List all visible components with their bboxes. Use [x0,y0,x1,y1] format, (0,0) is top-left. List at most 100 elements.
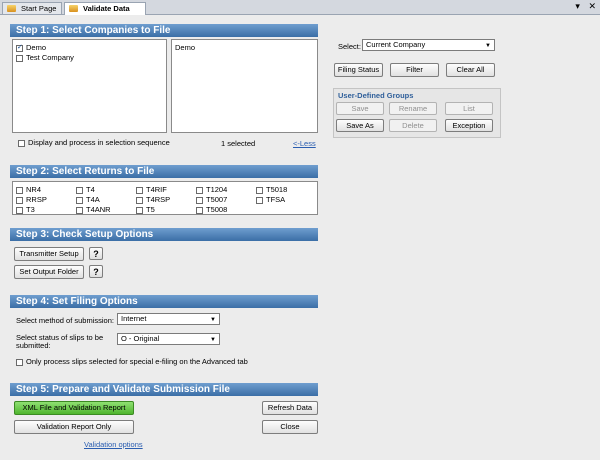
return-label: T4RSP [146,195,171,204]
step2-header: Step 2: Select Returns to File [10,165,318,178]
return-checkbox[interactable] [256,186,263,194]
selected-company-list[interactable]: Demo [171,39,318,133]
validation-report-only-button[interactable]: Validation Report Only [14,420,134,434]
return-label: T4ANR [86,205,111,214]
return-checkbox[interactable] [136,186,143,194]
validation-options-link[interactable]: Validation options [84,440,143,449]
step5-header: Step 5: Prepare and Validate Submission … [10,383,318,396]
sequence-option[interactable]: Display and process in selection sequenc… [18,138,170,147]
less-link[interactable]: <-Less [293,139,316,148]
filter-button[interactable]: Filter [390,63,439,77]
return-checkbox[interactable] [196,186,203,194]
return-label: NR4 [26,185,42,194]
method-label: Select method of submission: [16,316,114,325]
submission-method-value: Internet [121,314,147,323]
return-option[interactable]: T4A [76,195,100,204]
return-option[interactable]: RRSP [16,195,47,204]
special-efiling-option[interactable]: Only process slips selected for special … [16,357,248,366]
output-folder-help-button[interactable]: ? [89,265,103,278]
step1-header: Step 1: Select Companies to File [10,24,318,37]
return-option[interactable]: T5018 [256,185,287,194]
return-label: RRSP [26,195,47,204]
clear-all-button[interactable]: Clear All [446,63,495,77]
start-page-icon [7,5,16,12]
company-item-test[interactable]: Test Company [16,53,74,62]
return-label: T3 [26,205,35,214]
submission-method-select[interactable]: Internet ▼ [117,313,220,325]
slip-status-select[interactable]: O - Original ▼ [117,333,220,345]
return-option[interactable]: TFSA [256,195,285,204]
return-checkbox[interactable] [16,196,23,204]
window-controls: ▾ ✕ [569,1,596,12]
return-label: T5007 [206,195,228,204]
return-checkbox[interactable] [256,196,263,204]
sequence-label: Display and process in selection sequenc… [28,138,170,147]
return-checkbox[interactable] [136,196,143,204]
special-efiling-checkbox[interactable] [16,358,23,366]
return-checkbox[interactable] [196,196,203,204]
return-checkbox[interactable] [136,206,143,214]
slip-status-value: O - Original [121,334,160,343]
sequence-checkbox[interactable] [18,139,25,147]
xml-file-validation-button[interactable]: XML File and Validation Report [14,401,134,415]
tab-label: Start Page [21,4,57,13]
selected-count: 1 selected [221,139,256,148]
return-checkbox[interactable] [76,196,83,204]
transmitter-help-button[interactable]: ? [89,247,103,260]
rename-button[interactable]: Rename [389,102,437,115]
return-option[interactable]: NR4 [16,185,41,194]
return-label: TFSA [266,195,286,204]
returns-grid: NR4 T4 T4RIF T1204 T5018 RRSP T4A T4RSP … [12,181,318,215]
status-label-line2: submitted: [16,341,51,350]
chevron-down-icon: ▼ [210,317,216,323]
select-label: Select: [338,42,361,51]
return-option[interactable]: T5008 [196,205,227,214]
save-as-button[interactable]: Save As [336,119,384,132]
company-list[interactable]: Demo Test Company [12,39,167,133]
return-option[interactable]: T4ANR [76,205,111,214]
company-select[interactable]: Current Company ▼ [362,39,495,51]
return-label: T5008 [206,205,228,214]
return-option[interactable]: T1204 [196,185,227,194]
return-checkbox[interactable] [16,206,23,214]
return-label: T4 [86,185,95,194]
return-option[interactable]: T4RSP [136,195,170,204]
set-output-folder-button[interactable]: Set Output Folder [14,265,84,279]
demo-checkbox[interactable] [16,43,23,52]
transmitter-setup-button[interactable]: Transmitter Setup [14,247,84,261]
return-label: T1204 [206,185,228,194]
tab-label: Validate Data [83,4,130,13]
company-select-value: Current Company [366,40,426,49]
return-option[interactable]: T3 [16,205,35,214]
return-checkbox[interactable] [196,206,203,214]
return-option[interactable]: T4RIF [136,185,167,194]
exception-button[interactable]: Exception [445,119,493,132]
close-button[interactable]: Close [262,420,318,434]
return-label: T5018 [266,185,288,194]
chevron-down-icon: ▼ [485,43,491,49]
tab-validate-data[interactable]: Validate Data [64,2,146,15]
return-checkbox[interactable] [76,206,83,214]
close-tab-icon[interactable]: ✕ [588,1,596,11]
test-company-checkbox[interactable] [16,54,23,62]
return-label: T4A [86,195,100,204]
tab-strip: Start Page Validate Data ▾ ✕ [0,0,600,15]
return-checkbox[interactable] [76,186,83,194]
return-checkbox[interactable] [16,186,23,194]
filing-status-button[interactable]: Filing Status [334,63,383,77]
selected-item[interactable]: Demo [175,43,195,52]
tab-start-page[interactable]: Start Page [2,2,62,14]
groups-title: User-Defined Groups [338,91,414,100]
save-button[interactable]: Save [336,102,384,115]
list-button[interactable]: List [445,102,493,115]
refresh-data-button[interactable]: Refresh Data [262,401,318,415]
validate-data-icon [69,5,78,12]
company-label: Demo [26,43,47,52]
return-option[interactable]: T5 [136,205,155,214]
company-item-demo[interactable]: Demo [16,43,46,52]
special-efiling-label: Only process slips selected for special … [26,357,248,366]
return-option[interactable]: T5007 [196,195,227,204]
return-option[interactable]: T4 [76,185,95,194]
tab-list-dropdown-icon[interactable]: ▾ [575,1,580,11]
delete-button[interactable]: Delete [389,119,437,132]
